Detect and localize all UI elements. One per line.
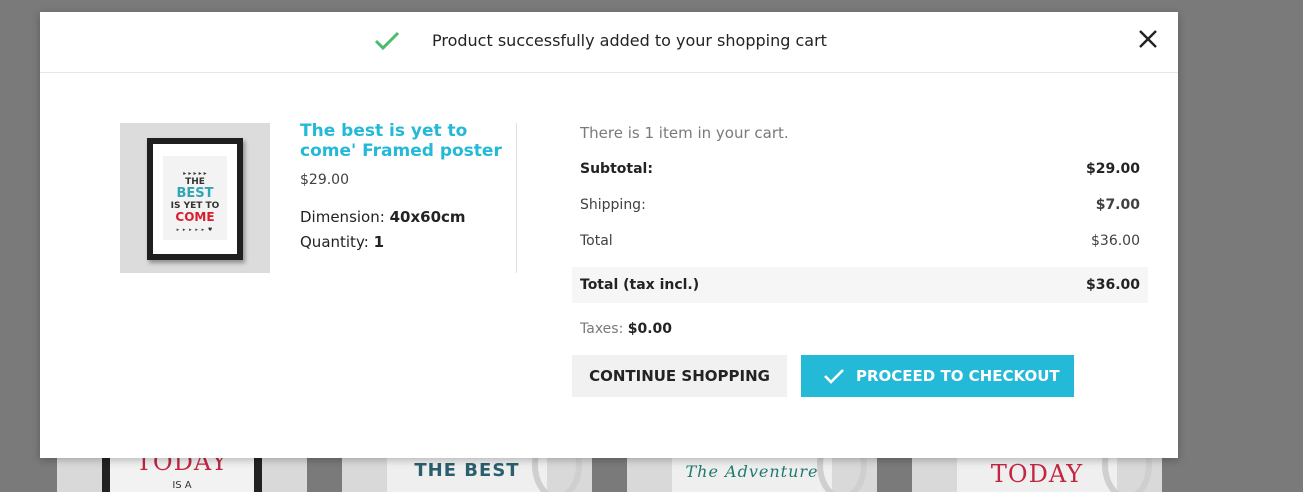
bg-tile-sub: IS A bbox=[172, 480, 192, 491]
subtotal-row: Subtotal: $29.00 bbox=[580, 161, 1140, 183]
divider bbox=[516, 123, 517, 273]
dimension-value: 40x60cm bbox=[389, 208, 466, 226]
poster-line-1: ▸ ▸ ▸ ▸ ▸ bbox=[183, 170, 207, 177]
shipping-label: Shipping: bbox=[580, 197, 646, 213]
proceed-to-checkout-button[interactable]: PROCEED TO CHECKOUT bbox=[801, 355, 1074, 397]
check-icon bbox=[823, 367, 845, 385]
close-icon[interactable] bbox=[1137, 28, 1159, 50]
product-dimension: Dimension: 40x60cm bbox=[300, 208, 466, 226]
modal-header: Product successfully added to your shopp… bbox=[40, 12, 1178, 73]
continue-shopping-button[interactable]: CONTINUE SHOPPING bbox=[572, 355, 787, 397]
poster-line-6: ▸ ▸ ▸ ▸ ▸ ♥ bbox=[176, 227, 214, 233]
total-tax-label: Total (tax incl.) bbox=[580, 277, 700, 293]
dimension-label: Dimension: bbox=[300, 208, 385, 226]
taxes-value: $0.00 bbox=[627, 321, 673, 337]
product-price: $29.00 bbox=[300, 172, 349, 188]
success-message: Product successfully added to your shopp… bbox=[432, 31, 827, 50]
shipping-value: $7.00 bbox=[1095, 197, 1140, 213]
poster-line-3: BEST bbox=[176, 186, 214, 201]
total-value: $36.00 bbox=[1091, 233, 1140, 249]
shipping-row: Shipping: $7.00 bbox=[580, 197, 1140, 219]
poster-line-5: COME bbox=[175, 210, 215, 224]
checkout-label: PROCEED TO CHECKOUT bbox=[856, 367, 1060, 385]
subtotal-label: Subtotal: bbox=[580, 161, 653, 177]
total-label: Total bbox=[580, 233, 613, 249]
check-icon bbox=[374, 30, 400, 52]
product-quantity: Quantity: 1 bbox=[300, 233, 384, 251]
product-name: The best is yet to come' Framed poster bbox=[300, 121, 502, 161]
total-tax-value: $36.00 bbox=[1085, 277, 1140, 293]
subtotal-value: $29.00 bbox=[1085, 161, 1140, 177]
quantity-value: 1 bbox=[373, 233, 385, 251]
cart-modal: Product successfully added to your shopp… bbox=[40, 12, 1178, 458]
product-image: ▸ ▸ ▸ ▸ ▸ THE BEST IS YET TO COME ▸ ▸ ▸ … bbox=[120, 123, 270, 273]
taxes-row: Taxes: $0.00 bbox=[580, 321, 672, 337]
cart-count: There is 1 item in your cart. bbox=[580, 124, 789, 142]
total-row: Total $36.00 bbox=[580, 233, 1140, 255]
quantity-label: Quantity: bbox=[300, 233, 369, 251]
total-tax-row: Total (tax incl.) $36.00 bbox=[572, 267, 1148, 303]
taxes-label: Taxes: bbox=[580, 321, 624, 337]
